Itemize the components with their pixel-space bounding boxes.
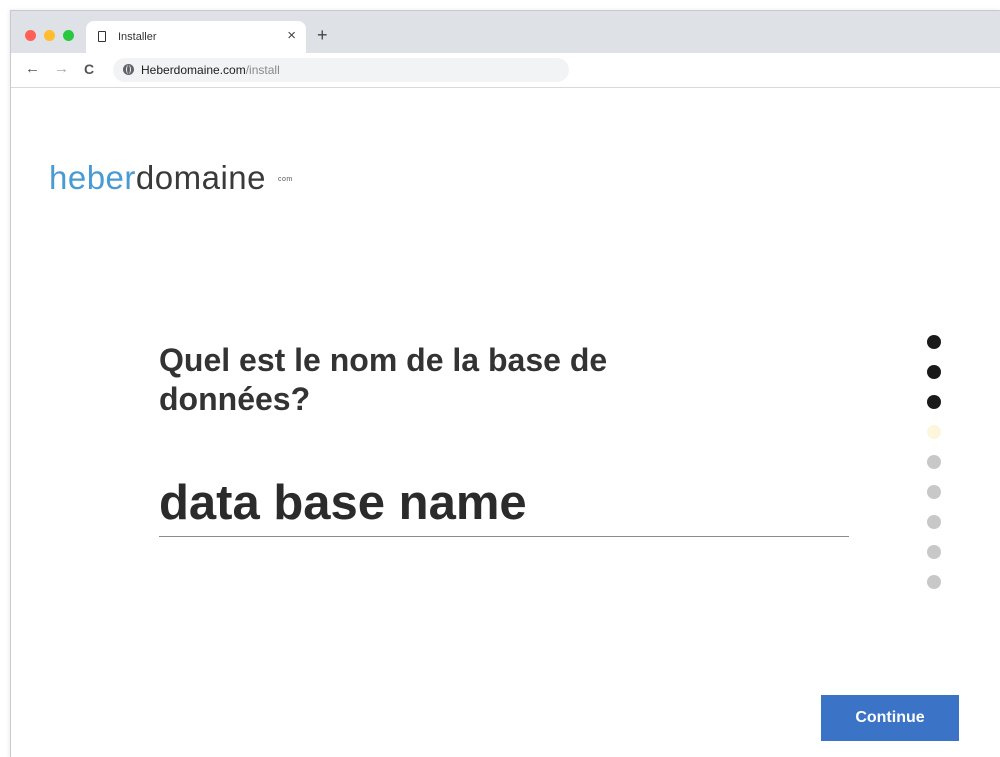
- address-bar[interactable]: Heberdomaine.com/install: [113, 58, 569, 82]
- database-name-input[interactable]: [159, 470, 849, 537]
- continue-button[interactable]: Continue: [821, 695, 959, 741]
- tab-title: Installer: [118, 31, 157, 43]
- minimize-window-button[interactable]: [44, 30, 55, 41]
- tab-installer[interactable]: Installer ×: [86, 21, 306, 53]
- progress-step-dot: [927, 335, 941, 349]
- progress-step-dot: [927, 455, 941, 469]
- progress-steps: [927, 335, 941, 589]
- progress-step-dot: [927, 365, 941, 379]
- tab-close-icon[interactable]: ×: [287, 27, 296, 45]
- heberdomaine-logo: heberdomaine com: [49, 158, 292, 198]
- page-content: heberdomaine com Quel est le nom de la b…: [11, 88, 1000, 757]
- browser-toolbar: ← → C Heberdomaine.com/install: [11, 53, 1000, 88]
- reload-icon[interactable]: C: [84, 60, 94, 78]
- window-controls: [25, 30, 74, 41]
- document-icon: [98, 31, 106, 42]
- progress-step-dot: [927, 575, 941, 589]
- back-arrow-icon[interactable]: ←: [25, 60, 40, 78]
- browser-window: Installer × + ← → C Heberdomaine.com/ins…: [10, 10, 1000, 757]
- logo-com-suffix: com: [278, 176, 293, 183]
- close-window-button[interactable]: [25, 30, 36, 41]
- database-name-question: Quel est le nom de la base de données?: [159, 342, 608, 417]
- forward-arrow-icon[interactable]: →: [54, 60, 69, 78]
- logo-part-domaine: domaine: [135, 159, 266, 196]
- url-host: Heberdomaine.com: [141, 63, 246, 77]
- progress-step-dot: [927, 425, 941, 439]
- url-text: Heberdomaine.com/install: [141, 62, 280, 78]
- tab-strip: Installer × +: [11, 11, 1000, 53]
- progress-step-dot: [927, 545, 941, 559]
- zoom-window-button[interactable]: [63, 30, 74, 41]
- logo-part-heber: heber: [49, 159, 136, 196]
- globe-icon: [123, 64, 134, 75]
- progress-step-dot: [927, 515, 941, 529]
- url-path: /install: [245, 63, 280, 77]
- progress-step-dot: [927, 395, 941, 409]
- progress-step-dot: [927, 485, 941, 499]
- new-tab-button[interactable]: +: [317, 26, 328, 44]
